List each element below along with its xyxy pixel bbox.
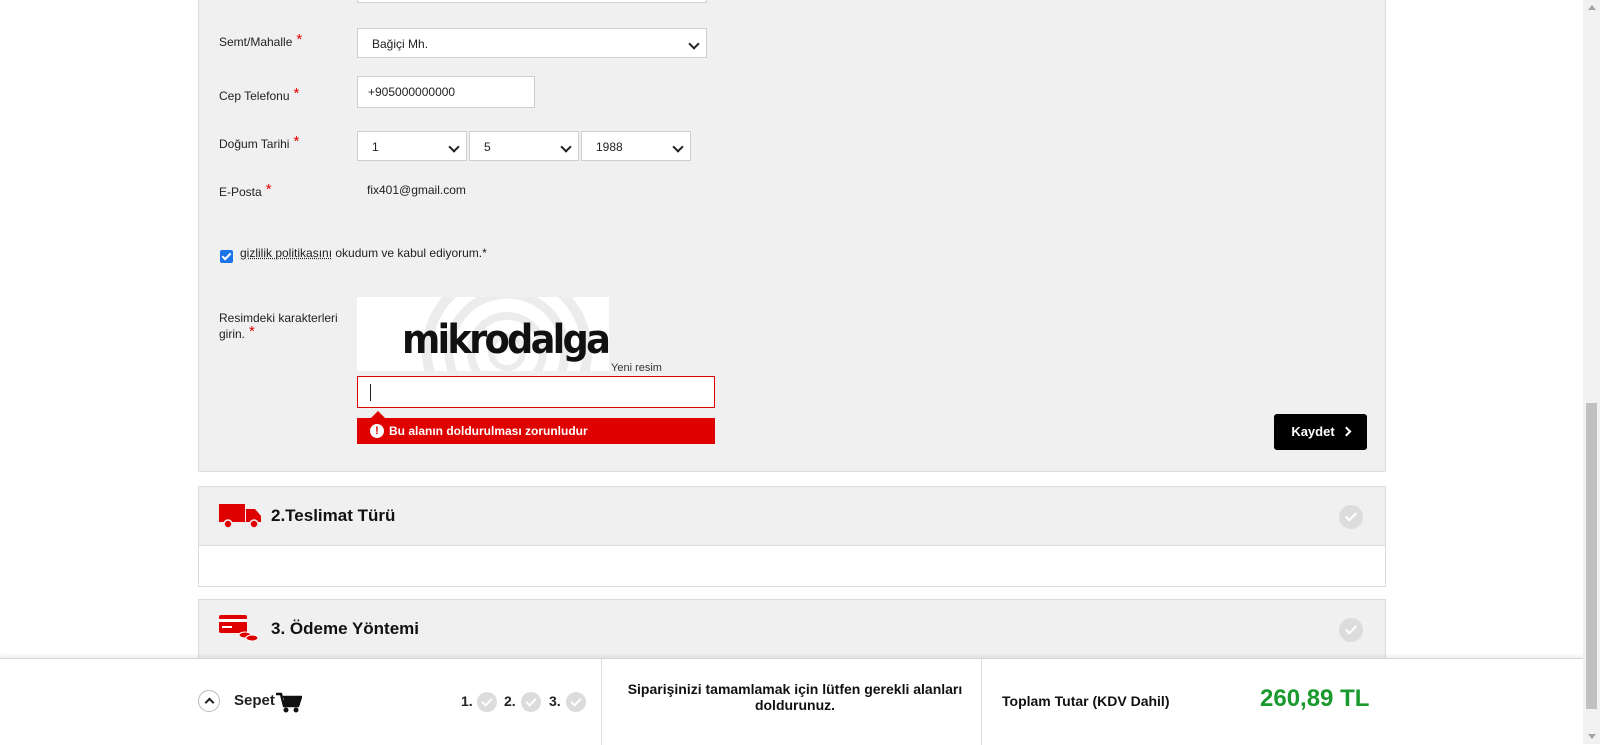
divider (601, 659, 602, 745)
scrollbar-thumb[interactable] (1586, 403, 1597, 709)
payment-icon (219, 615, 259, 642)
scroll-down-icon[interactable] (1588, 734, 1596, 739)
mobile-label: Cep Telefonu * (219, 85, 300, 103)
district-select[interactable]: Bağiçi Mh. (357, 28, 707, 58)
new-captcha-link[interactable]: Yeni resim (611, 362, 662, 374)
birth-year-select[interactable]: 1988 (581, 131, 691, 161)
birth-day-select[interactable]: 1 (357, 131, 467, 161)
check-icon (1339, 505, 1363, 529)
page-scrollbar[interactable] (1583, 0, 1600, 744)
total-label: Toplam Tutar (KDV Dahil) (1002, 693, 1170, 709)
privacy-policy-link[interactable]: gizlilik politikasını (240, 246, 332, 260)
address-form-panel: Semt/Mahalle * Bağiçi Mh. Cep Telefonu * +… (198, 0, 1386, 472)
step-1-label: 1. (461, 693, 473, 709)
check-icon (566, 692, 586, 712)
payment-method-section[interactable]: 3. Ödeme Yöntemi (198, 599, 1386, 659)
save-button[interactable]: Kaydet (1274, 414, 1367, 450)
basket-label[interactable]: Sepet (234, 692, 275, 709)
consent-text: gizlilik politikasını okudum ve kabul ed… (240, 246, 487, 260)
birth-month-select[interactable]: 5 (469, 131, 579, 161)
payment-method-title: 3. Ödeme Yöntemi (271, 619, 420, 638)
email-label: E-Posta * (219, 181, 272, 199)
check-icon (1339, 618, 1363, 642)
district-label: Semt/Mahalle * (219, 31, 303, 49)
consent-checkbox[interactable] (220, 250, 233, 263)
check-icon (477, 692, 497, 712)
chevron-down-icon (448, 141, 460, 153)
email-value: fix401@gmail.com (367, 183, 466, 197)
delivery-type-section[interactable]: 2.Teslimat Türü (198, 486, 1386, 546)
birth-date-label: Doğum Tarihi * (219, 133, 300, 151)
step-2-label: 2. (504, 693, 516, 709)
step-3-label: 3. (549, 693, 561, 709)
checkout-summary-bar: Sepet 1. 2. 3. Siparişinizi tamamlamak i… (0, 658, 1583, 745)
text-caret (370, 384, 371, 401)
warning-icon: ! (370, 424, 384, 438)
delivery-type-title: 2.Teslimat Türü (271, 506, 396, 525)
scroll-up-icon[interactable] (1588, 5, 1596, 10)
previous-field-input[interactable] (357, 0, 707, 3)
divider (981, 659, 982, 745)
completion-message: Siparişinizi tamamlamak için lütfen gere… (627, 681, 963, 713)
chevron-right-icon (1341, 426, 1352, 437)
captcha-label: Resimdeki karakterleri girin. * (219, 311, 338, 341)
chevron-down-icon (688, 38, 700, 50)
chevron-down-icon (560, 141, 572, 153)
captcha-image: mikrodalga (357, 297, 609, 371)
mobile-input[interactable]: +905000000000 (357, 76, 535, 108)
chevron-down-icon (672, 141, 684, 153)
cart-icon (276, 692, 302, 713)
check-icon (521, 692, 541, 712)
expand-basket-button[interactable] (198, 690, 220, 712)
captcha-input[interactable] (357, 376, 715, 408)
total-value: 260,89 TL (1260, 685, 1370, 712)
captcha-error-message: ! Bu alanın doldurulması zorunludur (357, 411, 715, 444)
truck-icon (219, 504, 261, 529)
delivery-type-body (198, 546, 1386, 587)
